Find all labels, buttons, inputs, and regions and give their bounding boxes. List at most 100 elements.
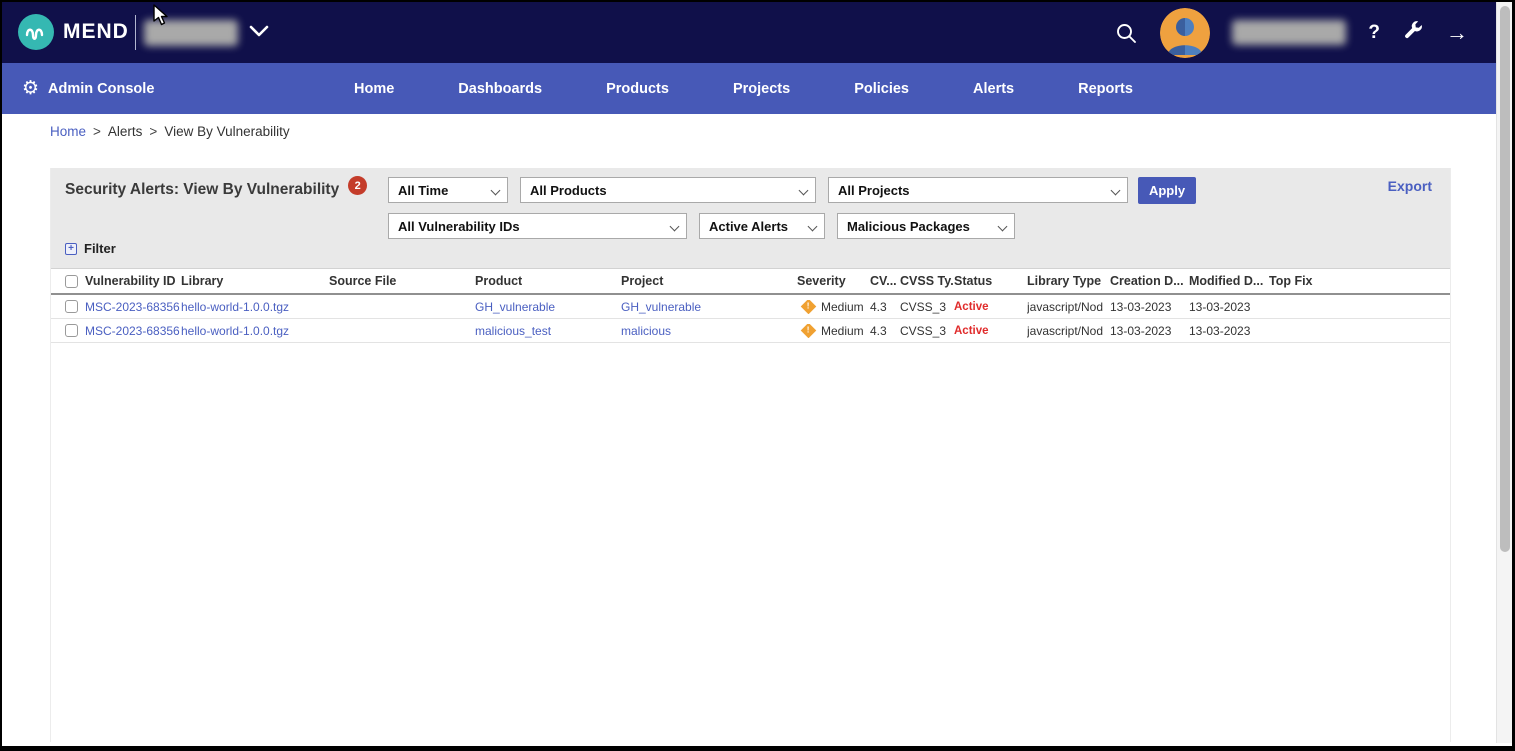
user-avatar[interactable]	[1160, 8, 1210, 58]
mend-wave-icon	[18, 14, 54, 50]
nav-item-products[interactable]: Products	[606, 81, 669, 97]
redacted-organization-name	[144, 20, 238, 46]
table-header-row: Vulnerability ID Library Source File Pro…	[51, 268, 1450, 295]
col-cvss-type[interactable]: CVSS Ty...	[900, 274, 954, 288]
filter-label: Filter	[84, 241, 116, 256]
col-product[interactable]: Product	[475, 274, 621, 288]
top-bar: MEND ?	[2, 2, 1496, 63]
redacted-user-name	[1232, 20, 1346, 45]
gear-icon: ⚙	[22, 79, 39, 98]
col-library-type[interactable]: Library Type	[1027, 274, 1110, 288]
chevron-down-icon	[808, 222, 818, 232]
breadcrumb-home[interactable]: Home	[50, 124, 86, 139]
logout-arrow-icon[interactable]: →	[1446, 22, 1468, 44]
col-modified-date[interactable]: Modified D...	[1189, 274, 1269, 288]
severity-cell: ! Medium	[797, 324, 870, 338]
breadcrumb-alerts[interactable]: Alerts	[108, 124, 143, 139]
vulnerability-ids-dropdown[interactable]: All Vulnerability IDs	[388, 213, 687, 239]
col-cvss-score[interactable]: CV...	[870, 274, 900, 288]
security-alerts-panel: Security Alerts: View By Vulnerability 2…	[50, 168, 1451, 742]
nav-menu: Home Dashboards Products Projects Polici…	[354, 63, 1133, 114]
chevron-down-icon	[1111, 186, 1121, 196]
chevron-down-icon[interactable]	[248, 24, 270, 43]
breadcrumb: Home > Alerts > View By Vulnerability	[50, 124, 290, 139]
product-link[interactable]: malicious_test	[475, 324, 621, 338]
help-icon[interactable]: ?	[1368, 22, 1380, 44]
search-icon[interactable]	[1114, 21, 1138, 45]
apply-button[interactable]: Apply	[1138, 177, 1196, 204]
nav-item-alerts[interactable]: Alerts	[973, 81, 1014, 97]
col-top-fix[interactable]: Top Fix	[1269, 274, 1450, 288]
vertical-scrollbar-track[interactable]	[1496, 2, 1512, 743]
project-link[interactable]: GH_vulnerable	[621, 300, 797, 314]
breadcrumb-separator: >	[93, 124, 101, 139]
col-library[interactable]: Library	[181, 274, 329, 288]
modified-date-cell: 13-03-2023	[1189, 300, 1269, 314]
export-link[interactable]: Export	[1388, 178, 1432, 194]
expand-plus-icon: +	[65, 243, 77, 255]
alert-count-badge: 2	[348, 176, 367, 195]
col-creation-date[interactable]: Creation D...	[1110, 274, 1189, 288]
nav-item-policies[interactable]: Policies	[854, 81, 909, 97]
products-dropdown[interactable]: All Products	[520, 177, 816, 203]
row-checkbox[interactable]	[65, 300, 78, 313]
topbar-divider	[135, 15, 136, 50]
wrench-icon[interactable]	[1402, 19, 1424, 46]
alert-type-dropdown[interactable]: Malicious Packages	[837, 213, 1015, 239]
nav-item-reports[interactable]: Reports	[1078, 81, 1133, 97]
library-link[interactable]: hello-world-1.0.0.tgz	[181, 300, 329, 314]
filter-expander[interactable]: + Filter	[65, 241, 116, 256]
vulnerability-id-link[interactable]: MSC-2023-68356	[85, 324, 181, 338]
select-all-checkbox[interactable]	[65, 275, 78, 288]
table-row: MSC-2023-68356 hello-world-1.0.0.tgz mal…	[51, 319, 1450, 343]
col-vulnerability-id[interactable]: Vulnerability ID	[85, 274, 181, 288]
chevron-down-icon	[491, 186, 501, 196]
cvss-score-cell: 4.3	[870, 300, 900, 314]
nav-item-dashboards[interactable]: Dashboards	[458, 81, 542, 97]
table-row: MSC-2023-68356 hello-world-1.0.0.tgz GH_…	[51, 295, 1450, 319]
severity-label: Medium	[821, 324, 864, 338]
creation-date-cell: 13-03-2023	[1110, 300, 1189, 314]
row-checkbox[interactable]	[65, 324, 78, 337]
severity-cell: ! Medium	[797, 300, 870, 314]
cvss-type-cell: CVSS_3	[900, 300, 954, 314]
projects-dropdown[interactable]: All Projects	[828, 177, 1128, 203]
admin-console-button[interactable]: ⚙ Admin Console	[22, 63, 154, 114]
breadcrumb-current: View By Vulnerability	[164, 124, 289, 139]
col-severity[interactable]: Severity	[797, 274, 870, 288]
col-source-file[interactable]: Source File	[329, 274, 475, 288]
cvss-type-cell: CVSS_3	[900, 324, 954, 338]
library-type-cell: javascript/Nod	[1027, 324, 1110, 338]
chevron-down-icon	[799, 186, 809, 196]
col-project[interactable]: Project	[621, 274, 797, 288]
brand-name: MEND	[63, 20, 129, 44]
library-type-cell: javascript/Nod	[1027, 300, 1110, 314]
vertical-scrollbar-thumb[interactable]	[1500, 6, 1510, 552]
filters-header: Security Alerts: View By Vulnerability 2…	[51, 168, 1450, 268]
status-badge: Active	[954, 325, 1027, 337]
mend-admin-console-page: MEND ?	[0, 0, 1515, 751]
admin-console-label: Admin Console	[48, 81, 154, 97]
chevron-down-icon	[670, 222, 680, 232]
nav-item-projects[interactable]: Projects	[733, 81, 790, 97]
project-link[interactable]: malicious	[621, 324, 797, 338]
modified-date-cell: 13-03-2023	[1189, 324, 1269, 338]
main-nav-bar: ⚙ Admin Console Home Dashboards Products…	[2, 63, 1496, 114]
severity-medium-icon: !	[801, 324, 817, 338]
breadcrumb-separator: >	[149, 124, 157, 139]
vulnerability-id-link[interactable]: MSC-2023-68356	[85, 300, 181, 314]
cvss-score-cell: 4.3	[870, 324, 900, 338]
library-link[interactable]: hello-world-1.0.0.tgz	[181, 324, 329, 338]
nav-item-home[interactable]: Home	[354, 81, 394, 97]
creation-date-cell: 13-03-2023	[1110, 324, 1189, 338]
page-title: Security Alerts: View By Vulnerability	[65, 181, 339, 199]
time-range-dropdown[interactable]: All Time	[388, 177, 508, 203]
severity-label: Medium	[821, 300, 864, 314]
product-link[interactable]: GH_vulnerable	[475, 300, 621, 314]
mend-logo[interactable]: MEND	[18, 14, 129, 50]
severity-medium-icon: !	[801, 300, 817, 314]
col-status[interactable]: Status	[954, 274, 1027, 288]
chevron-down-icon	[998, 222, 1008, 232]
status-badge: Active	[954, 301, 1027, 313]
alert-status-dropdown[interactable]: Active Alerts	[699, 213, 825, 239]
